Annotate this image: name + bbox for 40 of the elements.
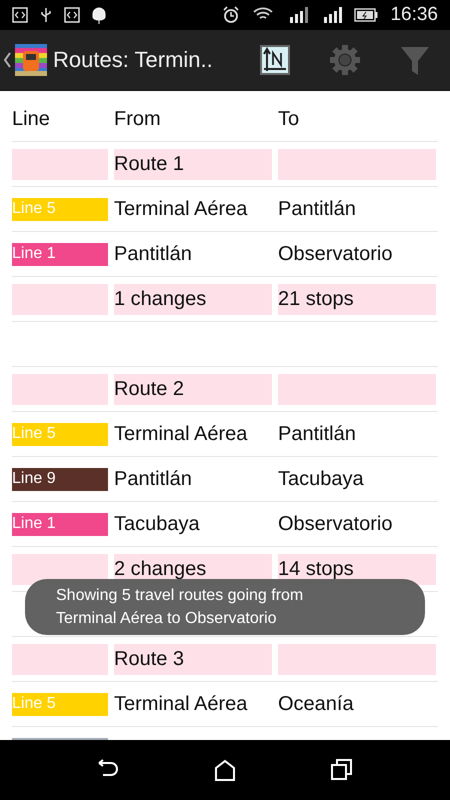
station-name: Observatorio: [278, 512, 394, 536]
home-icon: [214, 759, 236, 781]
line-tag: Line 5: [12, 692, 108, 716]
stops-count: 21 stops: [278, 284, 436, 314]
station-name: Oceanía: [278, 692, 355, 716]
chevron-icon: [4, 52, 11, 68]
recent-apps-icon: [330, 759, 353, 781]
station-name: Tacubaya: [114, 512, 201, 536]
station-name: Pantitlán: [278, 422, 357, 446]
column-header: To: [278, 108, 300, 130]
column-header: Line: [12, 108, 51, 130]
line-tag: Line 5: [12, 198, 108, 220]
route-title: Route 3: [114, 644, 272, 674]
north-arrow-icon: [260, 45, 290, 75]
alarm-icon: [222, 6, 240, 24]
changes-count: 1 changes: [114, 284, 272, 314]
station-name: Terminal Aérea: [114, 198, 248, 220]
station-name: Pantitlán: [278, 198, 357, 220]
line-tag: Line 1: [12, 512, 108, 536]
station-name: Pantitlán: [114, 468, 193, 490]
settings-icon: [328, 43, 362, 77]
toast-message: Showing 5 travel routes going from Terminal Aérea to Observatorio: [25, 579, 425, 635]
route-title: Route 1: [114, 148, 272, 180]
line-tag: Line 5: [12, 422, 108, 446]
station-name: Pantitlán: [114, 242, 193, 266]
code-icon: [64, 7, 80, 23]
clock-time: 16:36: [390, 4, 438, 26]
line-tag: Line 9: [12, 468, 108, 490]
usb-icon: [40, 7, 52, 23]
station-name: Tacubaya: [278, 468, 365, 490]
station-name: Terminal Aérea: [114, 422, 248, 446]
station-name: Terminal Aérea: [114, 692, 248, 716]
code-icon: [12, 7, 28, 23]
line-tag: Line 1: [12, 242, 108, 266]
battery-icon: [354, 8, 378, 22]
column-header: From: [114, 108, 162, 130]
route-title: Route 2: [114, 374, 272, 404]
train-icon: [15, 44, 47, 76]
station-name: Observatorio: [278, 242, 394, 266]
screen-title: Routes: Termin..: [53, 47, 213, 73]
